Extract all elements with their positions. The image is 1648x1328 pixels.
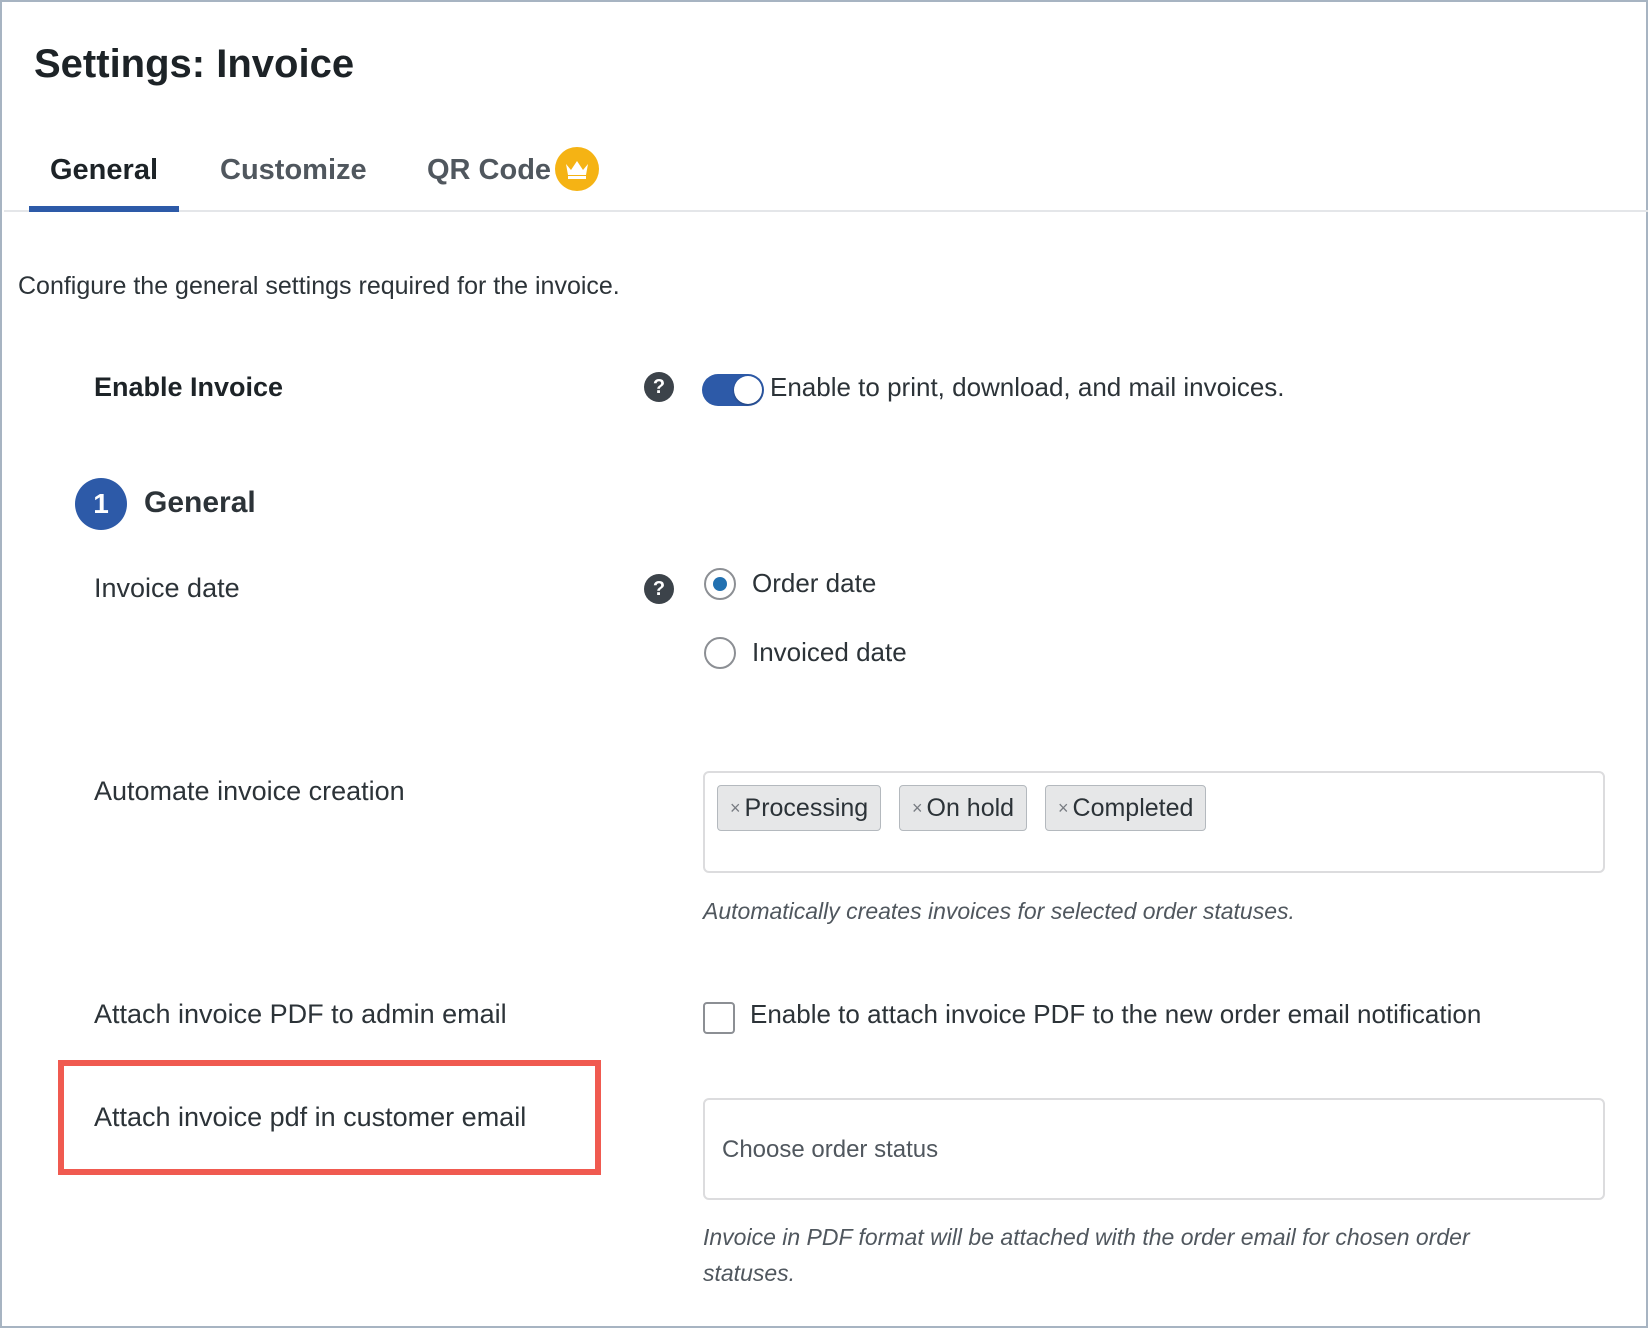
status-chip-label: On hold (926, 793, 1015, 822)
tab-customize-label: Customize (220, 154, 367, 186)
remove-icon[interactable]: × (1058, 798, 1069, 819)
radio-order-date[interactable] (704, 568, 736, 600)
remove-icon[interactable]: × (730, 798, 741, 819)
status-chip-completed: × Completed (1045, 785, 1207, 831)
enable-invoice-label: Enable Invoice (94, 372, 284, 402)
invoice-date-label: Invoice date (94, 573, 240, 603)
customer-email-label: Attach invoice pdf in customer email (94, 1102, 527, 1132)
active-tab-indicator (29, 206, 179, 212)
status-chip-label: Processing (744, 793, 869, 822)
tab-customize[interactable]: Customize (220, 154, 367, 212)
step-number-badge: 1 (75, 478, 127, 530)
tab-general-label: General (50, 154, 158, 186)
customer-email-hint-line1: Invoice in PDF format will be attached w… (703, 1224, 1470, 1250)
enable-invoice-description: Enable to print, download, and mail invo… (770, 372, 1285, 402)
help-icon[interactable]: ? (644, 574, 674, 604)
status-chip-label: Completed (1072, 793, 1194, 822)
automate-invoice-label: Automate invoice creation (94, 776, 405, 806)
section-title: General (144, 486, 256, 519)
order-status-multiselect[interactable]: × Processing × On hold × Completed (703, 771, 1605, 873)
automate-hint: Automatically creates invoices for selec… (703, 898, 1295, 924)
remove-icon[interactable]: × (912, 798, 923, 819)
status-chip-on-hold: × On hold (899, 785, 1028, 831)
radio-invoiced-date-label[interactable]: Invoiced date (752, 637, 907, 668)
page-title: Settings: Invoice (34, 42, 355, 86)
radio-order-date-label[interactable]: Order date (752, 568, 876, 599)
customer-email-hint-line2: statuses. (703, 1260, 796, 1286)
radio-invoiced-date[interactable] (704, 637, 736, 669)
tab-qr-code-label: QR Code (427, 154, 552, 186)
status-chip-processing: × Processing (717, 785, 882, 831)
admin-email-label: Attach invoice PDF to admin email (94, 999, 507, 1029)
intro-text: Configure the general settings required … (18, 272, 620, 300)
admin-email-checkbox[interactable] (703, 1002, 735, 1034)
settings-panel: Settings: Invoice General Customize QR C… (0, 0, 1648, 1328)
customer-email-status-select[interactable]: Choose order status (703, 1098, 1605, 1200)
help-icon[interactable]: ? (644, 372, 674, 402)
tab-bar: General Customize QR Code (4, 142, 1648, 212)
admin-email-checkbox-label[interactable]: Enable to attach invoice PDF to the new … (750, 999, 1481, 1030)
tab-qr-code[interactable]: QR Code (427, 147, 599, 212)
enable-invoice-toggle[interactable] (702, 374, 764, 406)
crown-icon (555, 147, 599, 191)
toggle-knob (734, 376, 762, 404)
tab-general[interactable]: General (50, 154, 158, 212)
